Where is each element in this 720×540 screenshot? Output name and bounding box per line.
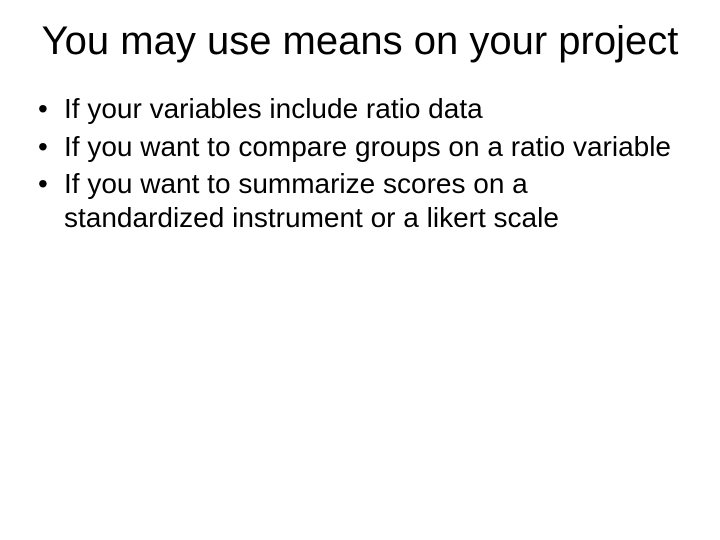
list-item: If you want to compare groups on a ratio… bbox=[36, 130, 684, 164]
slide-title: You may use means on your project bbox=[36, 18, 684, 64]
list-item: If you want to summarize scores on a sta… bbox=[36, 167, 684, 234]
bullet-list: If your variables include ratio data If … bbox=[36, 92, 684, 234]
list-item: If your variables include ratio data bbox=[36, 92, 684, 126]
slide: You may use means on your project If you… bbox=[0, 0, 720, 540]
